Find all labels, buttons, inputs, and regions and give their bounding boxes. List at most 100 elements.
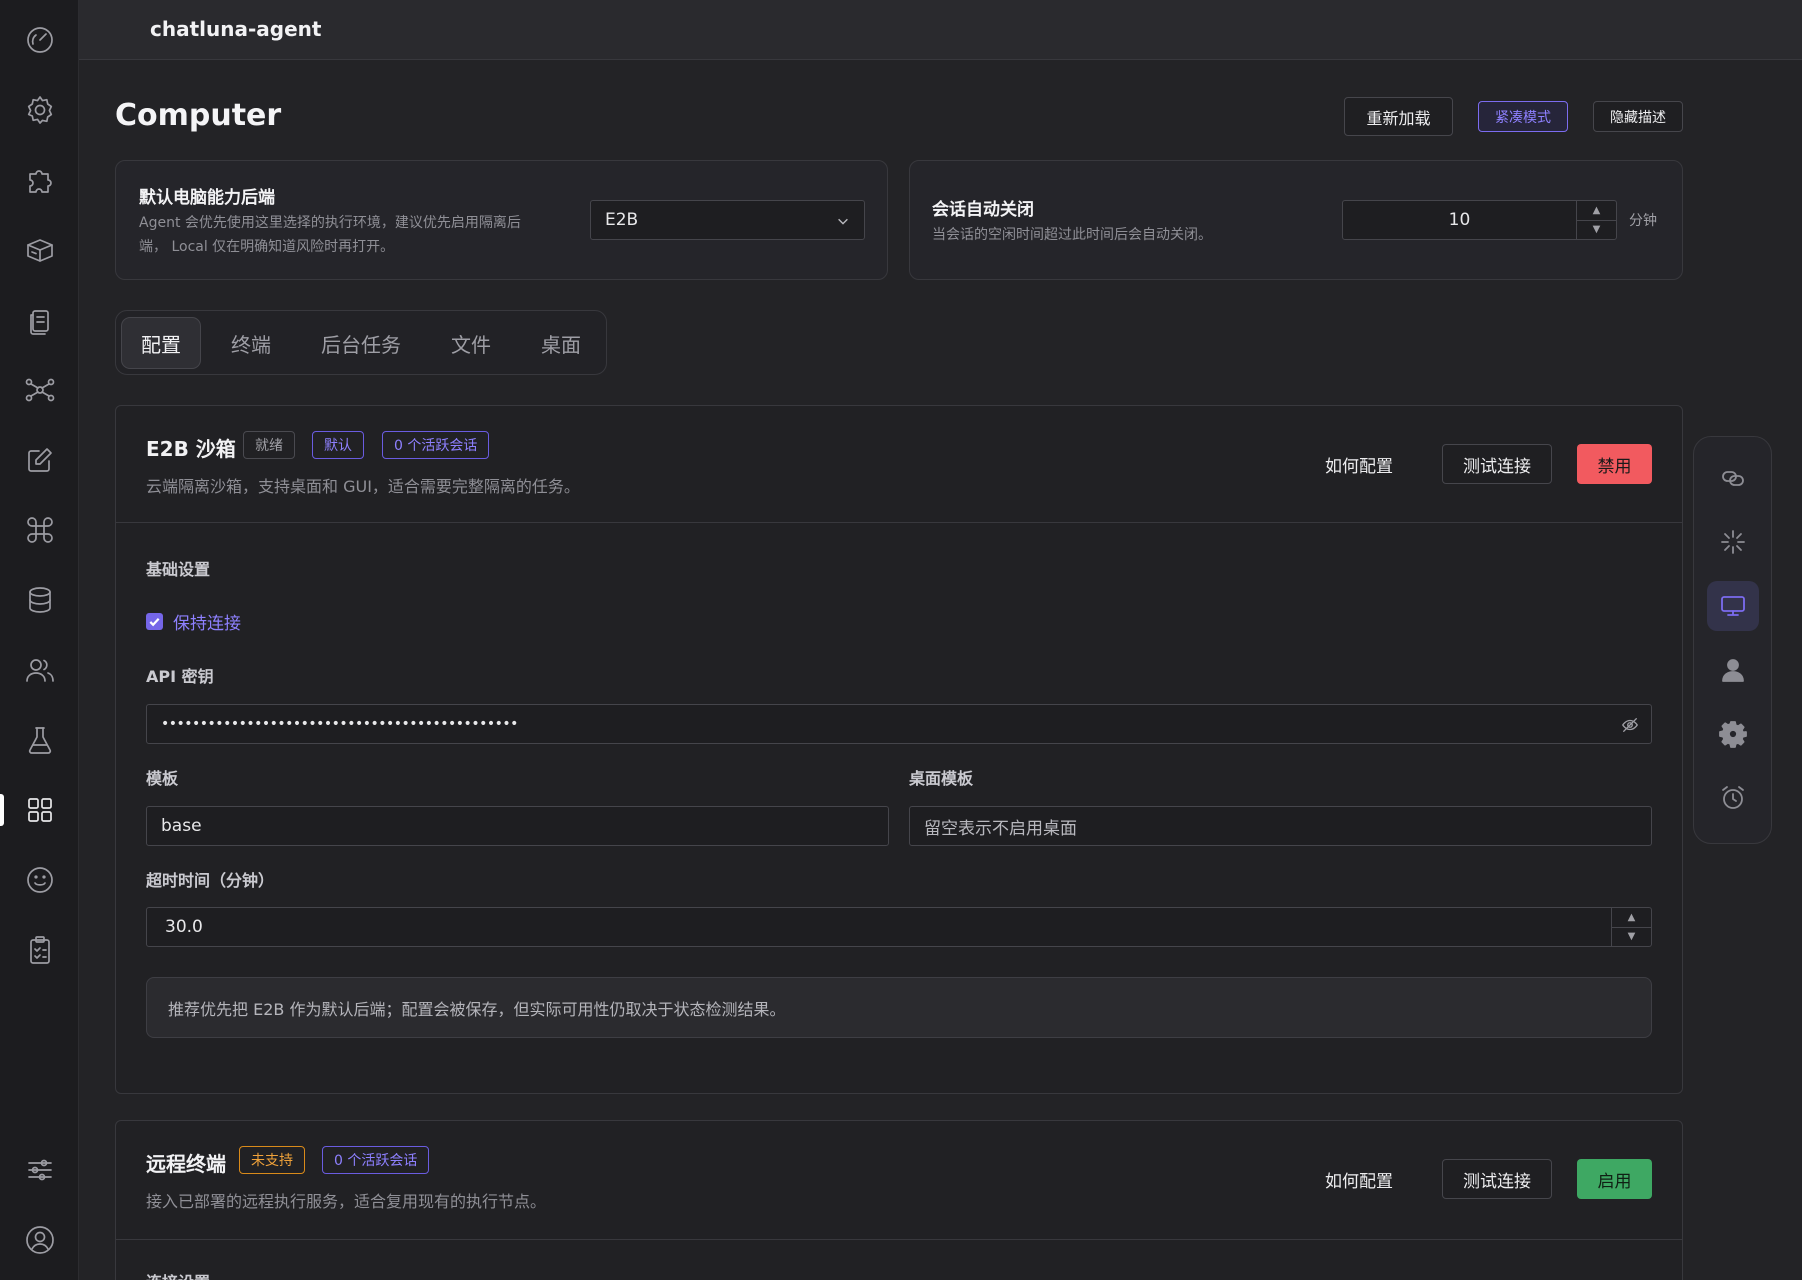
files-icon: [29, 310, 49, 335]
tab-terminal[interactable]: 终端: [211, 317, 291, 369]
app-title: chatluna-agent: [150, 17, 322, 41]
e2b-disable-button[interactable]: 禁用: [1577, 444, 1652, 484]
tab-files[interactable]: 文件: [431, 317, 511, 369]
rail-database[interactable]: [0, 575, 79, 625]
rail-preferences[interactable]: [0, 1145, 79, 1195]
link-icon: [1722, 471, 1744, 486]
remote-section-header: 远程终端 未支持 0 个活跃会话 接入已部署的远程执行服务，适合复用现有的执行节…: [116, 1121, 1682, 1240]
session-auto-close-card: 会话自动关闭 当会话的空闲时间超过此时间后会自动关闭。 10 ▲ ▼ 分钟: [909, 160, 1683, 280]
remote-enable-button[interactable]: 启用: [1577, 1159, 1652, 1199]
template-value: base: [161, 816, 202, 836]
rail-commands[interactable]: [0, 505, 79, 555]
default-backend-desc-line1: Agent 会优先使用这里选择的执行环境，建议优先启用隔离后: [139, 215, 521, 231]
e2b-howto-button[interactable]: 如何配置: [1314, 444, 1404, 484]
reload-button[interactable]: 重新加载: [1344, 97, 1453, 136]
remote-terminal-section: 远程终端 未支持 0 个活跃会话 接入已部署的远程执行服务，适合复用现有的执行节…: [115, 1120, 1683, 1280]
puzzle-icon: [28, 170, 52, 193]
e2b-recommendation-note: 推荐优先把 E2B 作为默认后端；配置会被保存，但实际可用性仍取决于状态检测结果…: [146, 977, 1652, 1038]
left-sidebar: [0, 0, 79, 1280]
e2b-section-header: E2B 沙箱 就绪 默认 0 个活跃会话 云端隔离沙箱，支持桌面和 GUI，适合…: [116, 406, 1682, 523]
remote-test-connection-button[interactable]: 测试连接: [1442, 1159, 1552, 1199]
e2b-status-badge: 就绪: [243, 431, 295, 459]
timeout-stepper[interactable]: 30.0 ▲ ▼: [146, 907, 1652, 947]
dock-person[interactable]: [1707, 645, 1759, 695]
template-input[interactable]: base: [146, 806, 889, 846]
dock-loading[interactable]: [1707, 517, 1759, 567]
keep-alive-checkbox[interactable]: [146, 613, 163, 630]
rail-dashboard[interactable]: [0, 15, 79, 65]
app-root: chatluna-agent Computer 重新加载 紧凑模式 隐藏描述 默…: [0, 0, 1802, 1280]
rail-settings[interactable]: [0, 85, 79, 135]
session-timeout-stepper-controls: ▲ ▼: [1576, 201, 1616, 239]
sparkle-icon: [1721, 530, 1745, 554]
session-timeout-stepper[interactable]: 10 ▲ ▼: [1342, 200, 1617, 240]
increment-icon[interactable]: ▲: [1577, 201, 1616, 221]
tab-config[interactable]: 配置: [121, 317, 201, 369]
decrement-icon[interactable]: ▼: [1577, 221, 1616, 240]
gear-icon: [27, 96, 52, 124]
desktop-template-placeholder: 留空表示不启用桌面: [924, 818, 1077, 839]
basic-settings-heading: 基础设置: [146, 560, 211, 579]
backend-select[interactable]: E2B: [590, 200, 865, 240]
session-timeout-value: 10: [1448, 210, 1471, 230]
hide-description-button[interactable]: 隐藏描述: [1593, 101, 1683, 132]
e2b-default-badge: 默认: [312, 431, 364, 459]
page-title: Computer: [115, 98, 282, 133]
api-key-label: API 密钥: [146, 667, 214, 686]
dock-settings[interactable]: [1707, 709, 1759, 759]
timeout-value: 30.0: [165, 917, 203, 937]
e2b-test-connection-button[interactable]: 测试连接: [1442, 444, 1552, 484]
eye-off-icon[interactable]: [1621, 716, 1639, 734]
rail-account[interactable]: [0, 1215, 79, 1265]
rail-plugins[interactable]: [0, 155, 79, 205]
remote-title: 远程终端: [146, 1152, 226, 1176]
e2b-title: E2B 沙箱: [146, 437, 236, 461]
remote-howto-button[interactable]: 如何配置: [1314, 1159, 1404, 1199]
clipboard-icon: [29, 936, 50, 964]
api-key-input[interactable]: ••••••••••••••••••••••••••••••••••••••••…: [146, 704, 1652, 744]
account-icon: [25, 1226, 54, 1254]
template-label: 模板: [146, 769, 179, 788]
session-auto-close-desc: 当会话的空闲时间超过此时间后会自动关闭。: [932, 227, 1212, 243]
box-icon: [26, 239, 53, 262]
dock-schedule[interactable]: [1707, 773, 1759, 823]
rail-emoji[interactable]: [0, 855, 79, 905]
rail-tasks[interactable]: [0, 925, 79, 975]
dock-computer[interactable]: [1707, 581, 1759, 631]
tab-desktop[interactable]: 桌面: [521, 317, 601, 369]
person-icon: [1722, 659, 1744, 682]
chevron-down-icon: [838, 218, 848, 225]
desktop-template-input[interactable]: 留空表示不启用桌面: [909, 806, 1652, 846]
e2b-desc: 云端隔离沙箱，支持桌面和 GUI，适合需要完整隔离的任务。: [146, 477, 580, 496]
rail-network[interactable]: [0, 365, 79, 415]
timeout-stepper-controls: ▲ ▼: [1611, 908, 1651, 946]
increment-icon[interactable]: ▲: [1612, 908, 1651, 928]
dock-link[interactable]: [1707, 453, 1759, 503]
flask-icon: [28, 727, 51, 754]
session-auto-close-title: 会话自动关闭: [932, 200, 1034, 220]
session-timeout-unit: 分钟: [1629, 213, 1657, 229]
smiley-icon: [26, 867, 53, 893]
keep-alive-label[interactable]: 保持连接: [173, 609, 241, 634]
connection-settings-heading: 连接设置: [146, 1269, 210, 1280]
edit-icon: [27, 448, 52, 472]
rail-files[interactable]: [0, 295, 79, 345]
monitor-icon: [1721, 596, 1745, 616]
dashboard-icon: [26, 27, 53, 53]
rail-apps[interactable]: [0, 785, 79, 835]
rail-lab[interactable]: [0, 715, 79, 765]
checkmark-icon: [149, 617, 160, 627]
decrement-icon[interactable]: ▼: [1612, 928, 1651, 947]
rail-packages[interactable]: [0, 225, 79, 275]
rail-edit[interactable]: [0, 435, 79, 485]
remote-sessions-badge: 0 个活跃会话: [322, 1146, 430, 1174]
tab-background-tasks[interactable]: 后台任务: [303, 317, 419, 369]
default-backend-desc-line2: 端， Local 仅在明确知道风险时再打开。: [139, 239, 395, 255]
timeout-label: 超时时间（分钟）: [146, 871, 275, 890]
tab-bar: 配置 终端 后台任务 文件 桌面: [115, 310, 607, 375]
right-dock: [1693, 436, 1772, 844]
database-icon: [28, 587, 51, 613]
compact-mode-button[interactable]: 紧凑模式: [1478, 101, 1568, 132]
alarm-clock-icon: [1722, 786, 1744, 809]
rail-users[interactable]: [0, 645, 79, 695]
